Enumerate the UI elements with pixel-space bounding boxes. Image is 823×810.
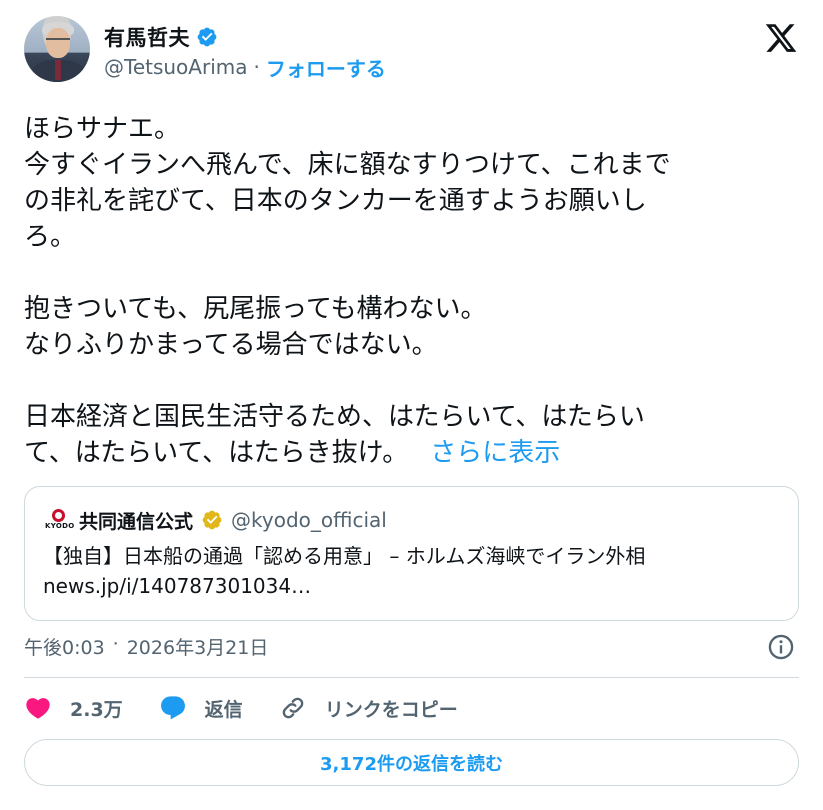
reply-label: 返信	[204, 698, 243, 721]
author-display-name[interactable]: 有馬哲夫	[104, 22, 190, 52]
tweet-embed-card: 有馬哲夫 @TetsuoArima · フォローする ほらサナエ。 今すぐイラン…	[0, 0, 823, 810]
show-more-link[interactable]: さらに表示	[430, 438, 560, 468]
quoted-author-name: 共同通信公式	[79, 510, 194, 533]
tweet-line: て、はたらいて、はたらき抜け。	[24, 438, 409, 468]
quoted-tweet-card[interactable]: KYODO 共同通信公式 @kyodo_official 【独自】日本船の通過「…	[24, 486, 799, 621]
divider	[24, 677, 799, 678]
tweet-time: 午後0:03	[24, 637, 105, 659]
verified-badge-icon	[197, 27, 217, 47]
like-button[interactable]: 2.3万	[24, 694, 123, 722]
link-icon	[282, 697, 303, 719]
tweet-timestamp[interactable]: 午後0:03 · 2026年3月21日	[24, 633, 268, 660]
tweet-line: 今すぐイランへ飛んで、床に額なすりつけて、これまで	[24, 150, 671, 180]
gold-verified-badge-icon	[202, 510, 222, 530]
quoted-tweet-text: 【独自】日本船の通過「認める用意」 – ホルムズ海峡でイラン外相	[43, 544, 646, 568]
tweet-date: 2026年3月21日	[126, 637, 269, 659]
kyodo-logo-text: KYODO	[45, 522, 75, 530]
tweet-last-line: て、はたらいて、はたらき抜け。 さらに表示	[24, 435, 784, 471]
x-logo-icon[interactable]	[763, 21, 799, 55]
action-bar: 2.3万 返信 リンクをコピー	[24, 690, 494, 726]
follow-button[interactable]: フォローする	[266, 53, 386, 82]
quoted-tweet-header: KYODO 共同通信公式 @kyodo_official	[45, 507, 387, 533]
tweet-line: ろ。	[24, 222, 77, 252]
read-replies-button[interactable]: 3,172件の返信を読む	[24, 739, 799, 786]
author-handle[interactable]: @TetsuoArima	[104, 55, 248, 79]
quoted-author-handle: @kyodo_official	[231, 508, 387, 532]
heart-icon	[26, 698, 50, 719]
author-name-row: 有馬哲夫	[104, 23, 218, 51]
copy-link-button[interactable]: リンクをコピー	[279, 694, 458, 722]
tweet-line: ほらサナエ。	[24, 114, 181, 144]
timestamp-separator: ·	[112, 633, 119, 655]
tweet-header: 有馬哲夫 @TetsuoArima · フォローする	[24, 16, 799, 92]
like-count: 2.3万	[70, 698, 123, 721]
quoted-tweet-link: news.jp/i/140787301034…	[43, 574, 312, 598]
tweet-line: 抱きついても、尻尾振っても構わない。	[24, 294, 487, 324]
tweet-line: なりふりかまってる場合ではない。	[24, 330, 438, 360]
kyodo-logo: KYODO	[45, 509, 75, 531]
avatar[interactable]	[24, 16, 90, 82]
reply-button[interactable]: 返信	[159, 694, 243, 722]
tweet-line: の非礼を詫びて、日本のタンカーを通すようお願いし	[24, 186, 647, 216]
info-icon[interactable]	[767, 633, 795, 661]
copy-link-label: リンクをコピー	[324, 698, 458, 721]
handle-separator: ·	[253, 55, 260, 79]
speech-bubble-icon	[160, 696, 185, 720]
author-handle-row: @TetsuoArima · フォローする	[104, 53, 386, 82]
tweet-line: 日本経済と国民生活守るため、はたらいて、はたらい	[24, 402, 645, 432]
tweet-text: ほらサナエ。 今すぐイランへ飛んで、床に額なすりつけて、これまで の非礼を詫びて…	[24, 111, 784, 471]
